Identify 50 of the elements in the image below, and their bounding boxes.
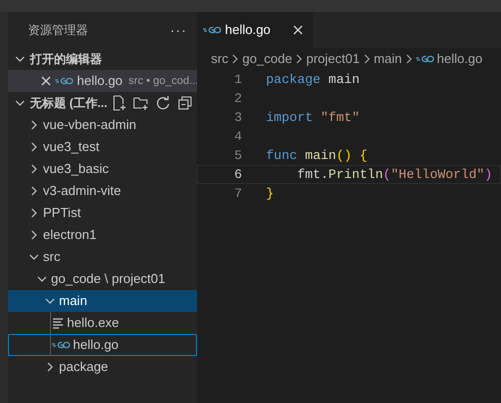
tree-item[interactable]: go_code \ project01 xyxy=(8,268,197,290)
tree-item[interactable]: hello.exe xyxy=(8,312,197,334)
close-icon[interactable] xyxy=(41,76,51,86)
line-number: 6 xyxy=(233,166,242,184)
editor-tab[interactable]: hello.go xyxy=(197,12,313,48)
go-icon xyxy=(52,340,70,350)
tree-item[interactable]: vue-vben-admin xyxy=(8,114,197,136)
breadcrumb-item[interactable]: main xyxy=(374,49,402,69)
line-number: 4 xyxy=(233,128,242,146)
code-line: fmt.Println("HelloWorld") xyxy=(296,166,492,184)
chevron-right-icon xyxy=(404,54,413,64)
section-header[interactable]: 无标题 (工作... xyxy=(14,94,108,112)
close-icon[interactable] xyxy=(292,25,303,35)
tree-item[interactable]: PPTist xyxy=(8,202,197,224)
lines-icon xyxy=(52,317,64,329)
tree-item[interactable]: main xyxy=(8,290,197,312)
line-number: 3 xyxy=(233,108,242,127)
breadcrumb-item[interactable]: src xyxy=(211,49,228,69)
chevron-right-icon xyxy=(231,54,240,64)
section-header[interactable]: 打开的编辑器 xyxy=(8,48,197,70)
breadcrumb-item[interactable]: project01 xyxy=(306,49,360,69)
tree-item[interactable]: src xyxy=(8,246,197,268)
chevron-right-icon xyxy=(362,54,371,64)
chevron-right-icon xyxy=(295,54,304,64)
file-name: hello.go xyxy=(77,72,123,90)
tree-item[interactable]: package xyxy=(8,356,197,378)
tree-item[interactable]: v3-admin-vite xyxy=(8,180,197,202)
sidebar-title: 资源管理器 xyxy=(28,22,88,39)
go-icon xyxy=(416,54,434,64)
go-icon xyxy=(203,25,221,35)
new-folder-icon[interactable] xyxy=(133,95,150,111)
new-file-icon[interactable] xyxy=(111,95,128,111)
breadcrumb-item[interactable]: hello.go xyxy=(416,49,482,69)
code-line: package main xyxy=(266,70,360,89)
code-line: import "fmt" xyxy=(266,108,360,127)
go-icon xyxy=(55,76,73,86)
more-button[interactable]: ··· xyxy=(170,20,187,40)
code-line: } xyxy=(266,184,274,203)
refresh-icon[interactable] xyxy=(155,95,172,111)
code-line: func main() { xyxy=(266,146,368,165)
tree-item[interactable]: electron1 xyxy=(8,224,197,246)
tree-item[interactable]: hello.go xyxy=(8,334,197,356)
collapse-icon[interactable] xyxy=(177,95,194,111)
tree-item[interactable]: vue3_test xyxy=(8,136,197,158)
breadcrumb-item[interactable]: go_code xyxy=(242,49,292,69)
line-number: 7 xyxy=(233,184,242,203)
tree-item[interactable]: vue3_basic xyxy=(8,158,197,180)
line-number: 1 xyxy=(233,70,242,89)
line-number: 2 xyxy=(233,90,242,108)
line-number: 5 xyxy=(233,146,242,165)
